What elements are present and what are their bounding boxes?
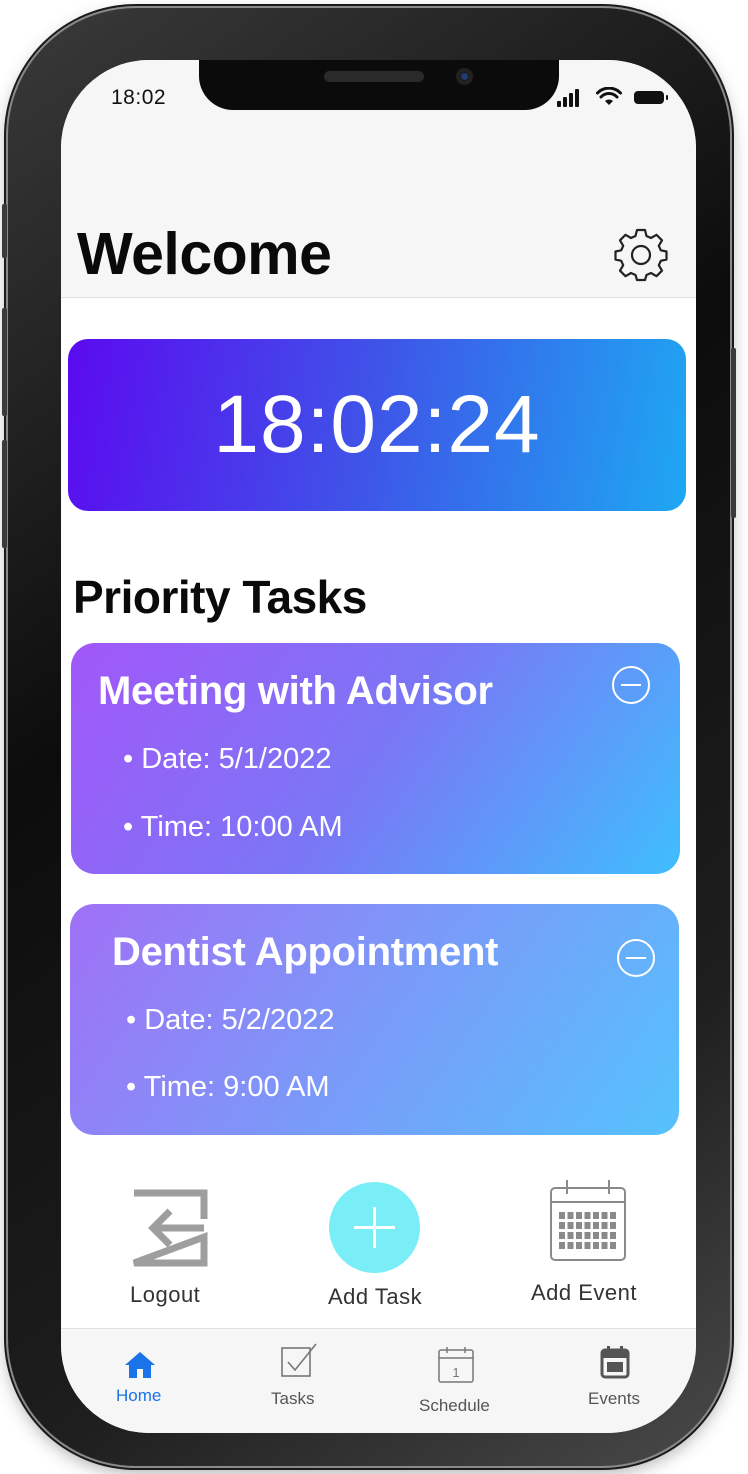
calendar-day-cell — [610, 1242, 616, 1249]
plus-icon — [354, 1207, 395, 1248]
calendar-day-cell — [567, 1212, 574, 1219]
task-time: • Time: 9:00 AM — [126, 1071, 330, 1103]
wifi-icon — [596, 87, 622, 105]
calendar-day-cell — [610, 1212, 616, 1219]
calendar-day-cell — [601, 1242, 608, 1249]
battery-icon — [634, 91, 668, 104]
home-icon — [125, 1352, 155, 1378]
task-date: • Date: 5/2/2022 — [126, 1004, 335, 1036]
calendar-day-cell — [584, 1212, 591, 1219]
gear-icon[interactable] — [614, 228, 668, 282]
screen: 18:02 Welcome 18:02:24 Priority Tasks Me… — [61, 60, 696, 1433]
add-task-circle — [329, 1182, 420, 1273]
checkbox-icon — [281, 1343, 317, 1377]
calendar-day-cell — [567, 1222, 574, 1229]
status-time: 18:02 — [111, 86, 167, 109]
tab-schedule-label: Schedule — [419, 1396, 490, 1415]
task-card[interactable]: Dentist Appointment • Date: 5/2/2022 • T… — [70, 904, 679, 1135]
calendar-day-cell — [593, 1222, 599, 1229]
task-card[interactable]: Meeting with Advisor • Date: 5/1/2022 • … — [71, 643, 680, 874]
calendar-day-cell — [559, 1212, 565, 1219]
task-time: • Time: 10:00 AM — [123, 811, 343, 843]
calendar-day-icon: 1 — [438, 1347, 474, 1383]
volume-down-button — [2, 440, 7, 548]
calendar-day-cell — [593, 1242, 599, 1249]
volume-up-button — [2, 308, 7, 416]
calendar-day-cell — [567, 1242, 574, 1249]
logout-icon — [132, 1189, 208, 1267]
calendar-day-cell — [584, 1232, 591, 1239]
power-button — [731, 348, 736, 518]
front-camera — [456, 68, 473, 85]
tab-home-label: Home — [116, 1386, 162, 1405]
calendar-day-cell — [559, 1232, 565, 1239]
calendar-day-cell — [576, 1212, 582, 1219]
calendar-icon — [550, 1180, 626, 1261]
calendar-day-cell — [601, 1212, 608, 1219]
calendar-day-cell — [567, 1232, 574, 1239]
mute-switch — [2, 204, 7, 258]
notch — [199, 60, 559, 110]
calendar-day-cell — [610, 1222, 616, 1229]
clock-card: 18:02:24 — [68, 339, 686, 511]
minus-circle-icon[interactable] — [611, 665, 651, 705]
clock-time: 18:02:24 — [213, 379, 541, 470]
calendar-day-cell — [610, 1232, 616, 1239]
task-title: Dentist Appointment — [112, 930, 499, 974]
minus-circle-icon[interactable] — [616, 938, 656, 978]
calendar-day-cell — [584, 1222, 591, 1229]
calendar-icon — [600, 1346, 630, 1379]
bottom-tab-bar: Home Tasks 1 Schedule Events — [61, 1328, 696, 1433]
task-title: Meeting with Advisor — [98, 669, 493, 713]
calendar-day-cell — [576, 1242, 582, 1249]
schedule-day-number: 1 — [452, 1365, 459, 1380]
task-date: • Date: 5/1/2022 — [123, 743, 332, 775]
calendar-day-cell — [576, 1232, 582, 1239]
logout-label: Logout — [130, 1282, 201, 1307]
calendar-day-cell — [576, 1222, 582, 1229]
calendar-day-cell — [559, 1242, 565, 1249]
calendar-day-cell — [593, 1232, 599, 1239]
calendar-day-cell — [601, 1222, 608, 1229]
calendar-day-cell — [584, 1242, 591, 1249]
status-icons — [557, 87, 677, 109]
calendar-day-cell — [593, 1212, 599, 1219]
add-event-label: Add Event — [531, 1280, 638, 1305]
tab-tasks-label: Tasks — [271, 1389, 315, 1408]
calendar-day-cell — [601, 1232, 608, 1239]
calendar-day-cell — [559, 1222, 565, 1229]
speaker — [324, 71, 424, 82]
add-task-label: Add Task — [328, 1284, 423, 1309]
priority-tasks-heading: Priority Tasks — [73, 571, 367, 623]
page-title: Welcome — [77, 221, 332, 287]
phone-frame: 18:02 Welcome 18:02:24 Priority Tasks Me… — [2, 8, 736, 1466]
tab-events-label: Events — [588, 1389, 640, 1408]
